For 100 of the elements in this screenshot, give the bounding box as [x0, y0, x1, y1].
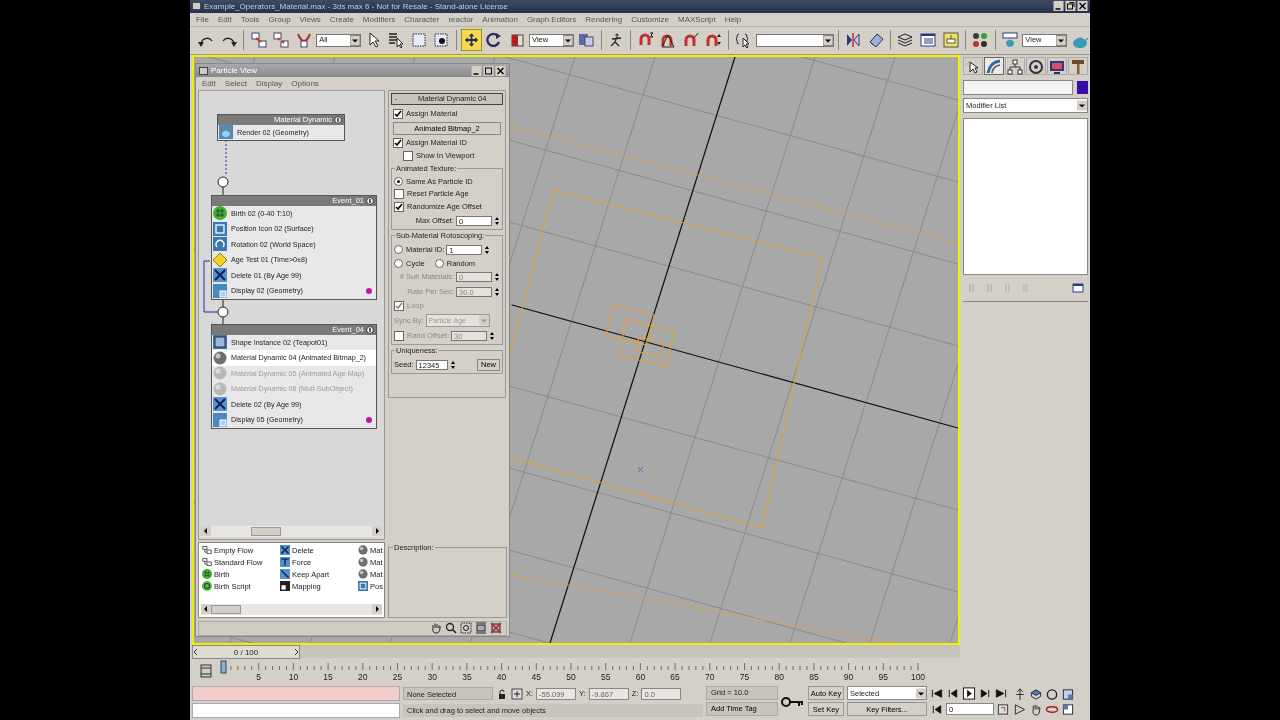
key-mode-icon[interactable]	[930, 702, 944, 716]
menu-item[interactable]: MAXScript	[677, 14, 716, 24]
orbit-icon[interactable]	[1045, 703, 1059, 716]
panel-tab[interactable]	[984, 57, 1004, 75]
grid-ball-icon	[213, 206, 227, 221]
check-mark-icon	[394, 109, 402, 118]
name-field[interactable]	[963, 80, 1073, 95]
menu-item[interactable]: Help	[724, 14, 742, 24]
track-bar-ruler[interactable]: 5 10 15 20 25 30 35 40 45 50 55 60 65 70 75 80 85 90 95 100	[216, 658, 946, 684]
scrollbar[interactable]	[201, 603, 382, 615]
skip-start-icon[interactable]	[930, 686, 944, 700]
menu-item[interactable]: File	[196, 14, 209, 24]
hand-icon[interactable]	[430, 622, 442, 635]
particle-graph-canvas[interactable]	[198, 89, 385, 540]
no-draw-icon[interactable]	[490, 622, 502, 635]
time-slider-track[interactable]: 0 / 100	[192, 645, 960, 658]
transform-mode-icon[interactable]	[511, 687, 523, 700]
menu-item[interactable]: Group	[268, 14, 291, 24]
scrollbar[interactable]	[201, 525, 382, 537]
minimize-icon[interactable]	[1053, 1, 1064, 12]
menu-item[interactable]: Customize	[631, 14, 669, 24]
maximize-viewport-icon[interactable]	[1061, 688, 1075, 701]
time-slider-thumb[interactable]: 0 / 100	[192, 645, 300, 659]
wheel-icon	[1028, 59, 1044, 75]
frame-number: 65	[670, 672, 680, 682]
menu-item[interactable]: Character	[404, 14, 440, 24]
min-max-toggle-icon[interactable]	[1061, 703, 1075, 716]
sphere-icon	[358, 569, 368, 580]
menu-item[interactable]: Rendering	[585, 14, 623, 24]
dropdown[interactable]	[755, 33, 834, 47]
minimize-icon[interactable]	[471, 65, 482, 76]
panel-tab[interactable]	[1026, 57, 1046, 75]
scroll-thumb[interactable]	[211, 604, 241, 614]
zoom-icon[interactable]	[1013, 688, 1027, 701]
panel-tab[interactable]	[1005, 57, 1025, 75]
search-icon[interactable]	[445, 622, 457, 635]
check-mark-icon	[395, 301, 403, 310]
skip-end-icon[interactable]	[994, 686, 1008, 700]
menu-item[interactable]: Graph Editors	[526, 14, 577, 24]
spheres-icon	[972, 32, 989, 49]
menu-item[interactable]: Select	[224, 79, 248, 88]
scroll-thumb[interactable]	[251, 526, 281, 536]
menu-item[interactable]: reactor	[448, 14, 474, 24]
unlink-icon	[273, 32, 290, 49]
layers-icon	[897, 32, 914, 49]
close-icon[interactable]	[495, 65, 506, 76]
menu-item[interactable]: Tools	[240, 14, 260, 24]
script-listener-field[interactable]	[192, 703, 400, 718]
next-frame-icon[interactable]	[978, 686, 992, 700]
maximize-icon[interactable]	[483, 65, 494, 76]
lock-icon[interactable]	[496, 687, 508, 700]
script-listener-field[interactable]	[192, 686, 400, 702]
panel-tab[interactable]	[1068, 57, 1088, 75]
frame-number: 95	[878, 672, 889, 682]
arc-rotate-icon[interactable]	[1045, 688, 1059, 701]
caret-icon	[822, 34, 833, 46]
play-icon[interactable]	[962, 686, 976, 700]
menu-item[interactable]: Edit	[217, 14, 232, 24]
hand-icon[interactable]	[1029, 703, 1043, 716]
menu-item[interactable]: Modifiers	[362, 14, 396, 24]
previous-frame-icon[interactable]	[946, 686, 960, 700]
color-swatch[interactable]	[1077, 81, 1088, 94]
zoom-region-icon[interactable]	[460, 622, 472, 635]
current-frame-marker[interactable]	[220, 660, 227, 674]
bulb-icon[interactable]	[366, 325, 374, 334]
caret-icon	[563, 34, 574, 46]
menu-item[interactable]: Display	[256, 79, 283, 88]
cross-icon	[213, 397, 227, 412]
caret-icon	[1056, 34, 1067, 46]
close-icon[interactable]	[1077, 1, 1088, 12]
zoom-all-icon[interactable]	[1029, 688, 1043, 701]
hierarchy-icon	[1007, 59, 1023, 75]
panel-tab[interactable]	[1047, 57, 1067, 75]
angle-magnet-icon	[660, 32, 677, 49]
zoom-extents-icon[interactable]	[475, 622, 487, 635]
bulb-icon[interactable]	[366, 196, 374, 205]
configure-icon[interactable]	[1071, 282, 1085, 294]
caret-icon	[916, 687, 926, 699]
frame-number: 60	[635, 672, 646, 682]
move-button[interactable]	[460, 29, 482, 52]
sphere-icon	[213, 350, 227, 365]
filmstrip-icon[interactable]	[199, 664, 213, 678]
menu-item[interactable]: Options	[291, 79, 319, 88]
modifier-stack-list[interactable]	[963, 118, 1088, 275]
menu-item[interactable]: Views	[299, 14, 321, 24]
time-config-icon[interactable]	[996, 702, 1010, 716]
menu-item[interactable]: Create	[329, 14, 354, 24]
connector-line	[225, 139, 227, 177]
menu-item[interactable]: Animation	[482, 14, 518, 24]
check-mark-icon	[395, 202, 403, 211]
app-icon	[192, 2, 201, 11]
panel-tab[interactable]	[963, 57, 983, 75]
frame-number: 55	[600, 672, 611, 682]
bulb-icon[interactable]	[334, 115, 342, 124]
menu-item[interactable]: Edit	[202, 79, 216, 88]
restore-icon[interactable]	[1065, 1, 1076, 12]
field-of-view-icon[interactable]	[1013, 703, 1027, 716]
key-icon[interactable]	[781, 696, 805, 708]
cross-icon	[213, 268, 227, 283]
squares-icon	[213, 412, 227, 427]
